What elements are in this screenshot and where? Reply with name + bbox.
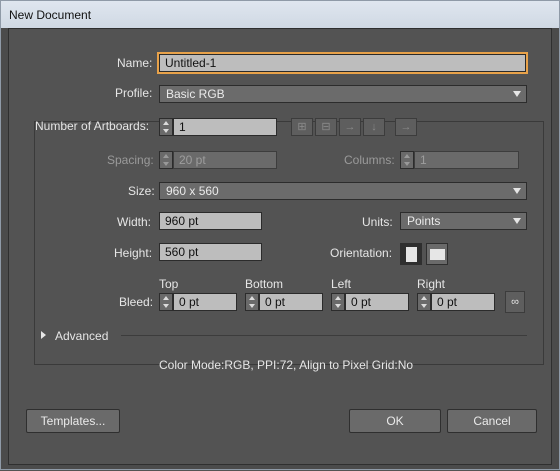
orientation-label: Orientation: — [330, 246, 393, 260]
bleed-left-stepper[interactable] — [331, 293, 345, 311]
advanced-label[interactable]: Advanced — [55, 329, 108, 343]
bleed-left-label: Left — [331, 277, 352, 291]
artboards-input[interactable]: 1 — [173, 118, 277, 136]
bleed-top-stepper[interactable] — [159, 293, 173, 311]
bleed-right-stepper[interactable] — [417, 293, 431, 311]
cancel-button[interactable]: Cancel — [447, 409, 537, 433]
arrange-row-icon[interactable]: → — [339, 118, 361, 136]
bleed-right-input[interactable]: 0 pt — [431, 293, 495, 311]
width-label: Width: — [117, 215, 152, 229]
profile-value: Basic RGB — [166, 87, 225, 101]
bleed-left-input[interactable]: 0 pt — [345, 293, 409, 311]
bleed-bottom-stepper[interactable] — [245, 293, 259, 311]
profile-select[interactable]: Basic RGB — [159, 85, 527, 103]
chevron-down-icon — [513, 218, 521, 224]
window-title: New Document — [9, 8, 92, 22]
link-icon[interactable]: ∞ — [505, 291, 525, 313]
name-input[interactable]: Untitled-1 — [159, 54, 526, 72]
size-select[interactable]: 960 x 560 — [159, 182, 527, 200]
ok-button[interactable]: OK — [349, 409, 441, 433]
portrait-orientation-button[interactable] — [400, 243, 422, 265]
spacing-input: 20 pt — [173, 151, 277, 169]
columns-input: 1 — [414, 151, 519, 169]
artboards-label: Number of Artboards: — [35, 119, 150, 133]
profile-label: Profile: — [115, 86, 153, 100]
new-document-dialog: Name: Untitled-1 Profile: Basic RGB Numb… — [8, 28, 552, 465]
bleed-bottom-input[interactable]: 0 pt — [259, 293, 323, 311]
grid-by-row-icon[interactable]: ⊞ — [291, 118, 313, 136]
chevron-down-icon — [513, 188, 521, 194]
size-value: 960 x 560 — [166, 184, 219, 198]
bleed-label: Bleed: — [119, 295, 154, 309]
arrange-column-icon[interactable]: ↓ — [363, 118, 385, 136]
disclosure-triangle-icon[interactable] — [41, 331, 46, 339]
spacing-label: Spacing: — [107, 153, 154, 167]
bleed-right-label: Right — [417, 277, 446, 291]
artboards-stepper[interactable] — [159, 118, 173, 136]
chevron-down-icon — [513, 91, 521, 97]
advanced-divider — [121, 335, 527, 336]
name-label: Name: — [117, 56, 153, 70]
landscape-page-icon — [430, 249, 445, 260]
units-label: Units: — [362, 215, 393, 229]
title-bar: New Document — [0, 0, 560, 29]
bleed-bottom-label: Bottom — [245, 277, 284, 291]
columns-label: Columns: — [344, 153, 395, 167]
spacing-stepper — [159, 151, 173, 169]
height-input[interactable]: 560 pt — [159, 243, 262, 261]
right-to-left-icon[interactable]: → — [395, 118, 417, 136]
units-value: Points — [407, 214, 441, 228]
height-label: Height: — [114, 246, 153, 260]
units-select[interactable]: Points — [400, 212, 527, 230]
portrait-page-icon — [406, 247, 417, 262]
bleed-top-input[interactable]: 0 pt — [173, 293, 237, 311]
columns-stepper — [400, 151, 414, 169]
templates-button[interactable]: Templates... — [26, 409, 120, 433]
landscape-orientation-button[interactable] — [426, 243, 448, 265]
bleed-top-label: Top — [159, 277, 179, 291]
size-label: Size: — [128, 184, 155, 198]
document-summary: Color Mode:RGB, PPI:72, Align to Pixel G… — [159, 358, 414, 372]
width-input[interactable]: 960 pt — [159, 212, 262, 230]
grid-by-column-icon[interactable]: ⊟ — [315, 118, 337, 136]
